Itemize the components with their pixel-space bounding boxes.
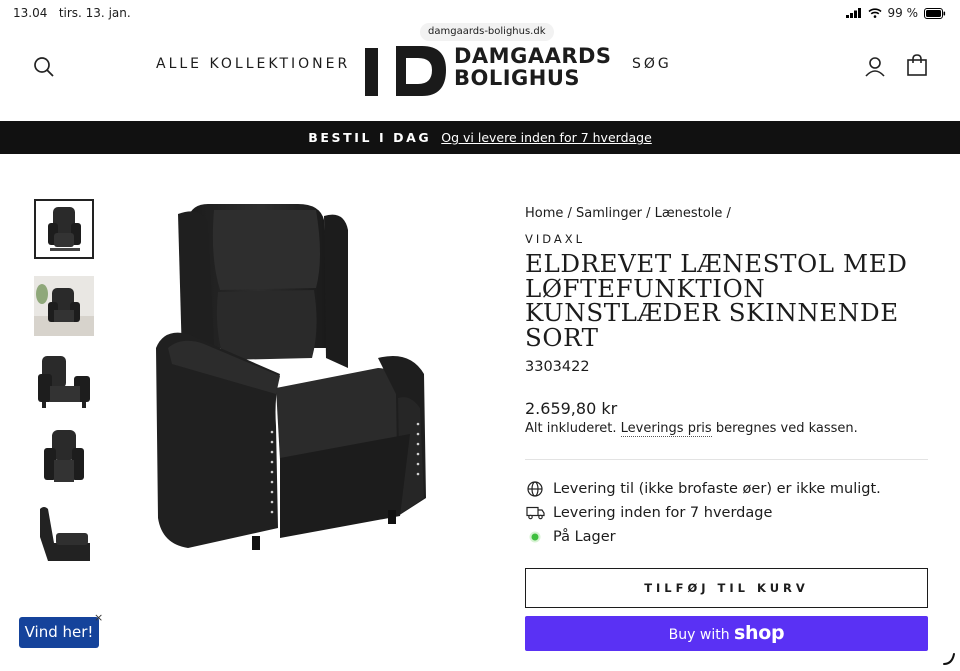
product-vendor[interactable]: VIDAXL xyxy=(525,232,585,246)
truck-icon xyxy=(525,506,545,520)
battery-icon xyxy=(924,7,946,19)
shop-pay-label: Buy with xyxy=(668,627,730,643)
product-main-image[interactable] xyxy=(148,198,433,558)
status-indicators: 99 % xyxy=(845,6,947,20)
nav-search[interactable]: SØG xyxy=(632,56,672,72)
divider xyxy=(525,459,928,460)
shop-pay-logo: shop xyxy=(734,622,785,644)
shop-pay-button[interactable]: Buy with shop xyxy=(525,616,928,651)
in-stock-dot-icon xyxy=(529,531,541,543)
announcement-banner: BESTIL I DAG Og vi levere inden for 7 hv… xyxy=(0,121,960,154)
shipping-policy-link[interactable]: Leverings pris xyxy=(620,421,712,437)
feature-row: Levering inden for 7 hverdage xyxy=(525,503,772,523)
logo-mark xyxy=(365,46,446,96)
product-price: 2.659,80 kr xyxy=(525,399,618,418)
site-header: ALLE KOLLEKTIONER DAMGAARDS BOLIGHUS SØG xyxy=(0,40,960,120)
vind-her-widget[interactable]: Vind her! xyxy=(19,617,99,648)
breadcrumb: Home / Samlinger / Lænestole / xyxy=(525,206,731,221)
product-thumbnail-5[interactable] xyxy=(34,503,94,561)
chair-front-view-thumb xyxy=(44,430,84,482)
breadcrumb-separator: / xyxy=(642,206,655,221)
url-pill[interactable]: damgaards-bolighus.dk xyxy=(420,23,554,41)
nav-all-collections[interactable]: ALLE KOLLEKTIONER xyxy=(156,56,350,72)
feature-text: På Lager xyxy=(553,529,616,545)
globe-icon xyxy=(527,481,543,497)
signal-icon xyxy=(845,8,861,18)
loading-spinner-icon xyxy=(943,653,955,665)
add-to-cart-button[interactable]: TILFØJ TIL KURV xyxy=(525,568,928,608)
product-title: ELDREVET LÆNESTOL MED LØFTEFUNKTION KUNS… xyxy=(525,249,908,352)
product-thumbnail-3[interactable] xyxy=(34,352,94,412)
tax-note-prefix: Alt inkluderet. xyxy=(525,421,621,436)
logo-text-line2: BOLIGHUS xyxy=(454,66,581,90)
status-time: 13.04 xyxy=(13,6,48,20)
chair-profile-thumb xyxy=(40,507,90,561)
breadcrumb-collections[interactable]: Samlinger xyxy=(576,206,642,221)
product-sku: 3303422 xyxy=(525,359,590,375)
breadcrumb-separator: / xyxy=(563,206,577,221)
product-thumbnail-1[interactable] xyxy=(34,199,94,259)
account-icon[interactable] xyxy=(864,56,886,78)
banner-bold-text: BESTIL I DAG xyxy=(308,130,432,145)
product-thumbnail-4[interactable] xyxy=(34,428,94,488)
site-logo[interactable]: DAMGAARDS BOLIGHUS xyxy=(362,40,611,100)
feature-row: Levering til (ikke brofaste øer) er ikke… xyxy=(525,479,881,499)
breadcrumb-home[interactable]: Home xyxy=(525,206,563,221)
feature-row: På Lager xyxy=(525,527,616,547)
breadcrumb-category[interactable]: Lænestole xyxy=(655,206,723,221)
feature-text: Levering til (ikke brofaste øer) er ikke… xyxy=(553,481,881,497)
wifi-icon xyxy=(867,8,882,18)
status-time-date: 13.04 tirs. 13. jan. xyxy=(13,6,131,20)
chair-side-thumb xyxy=(38,356,90,408)
product-thumbnail-2[interactable] xyxy=(34,276,94,336)
close-icon[interactable]: × xyxy=(94,611,103,624)
chair-front-thumb xyxy=(48,207,81,251)
tax-note: Alt inkluderet. Leverings pris beregnes … xyxy=(525,421,858,437)
status-date: tirs. 13. jan. xyxy=(58,6,131,20)
search-icon[interactable] xyxy=(33,56,55,78)
breadcrumb-trail: / xyxy=(722,206,731,221)
logo-text-line1: DAMGAARDS xyxy=(454,44,612,68)
battery-percent: 99 % xyxy=(887,6,919,20)
cart-bag-icon[interactable] xyxy=(906,54,928,76)
banner-link[interactable]: Og vi levere inden for 7 hverdage xyxy=(441,130,652,145)
tax-note-suffix: beregnes ved kassen. xyxy=(711,421,858,436)
feature-text: Levering inden for 7 hverdage xyxy=(553,505,773,521)
chair-room-thumb xyxy=(34,276,94,336)
